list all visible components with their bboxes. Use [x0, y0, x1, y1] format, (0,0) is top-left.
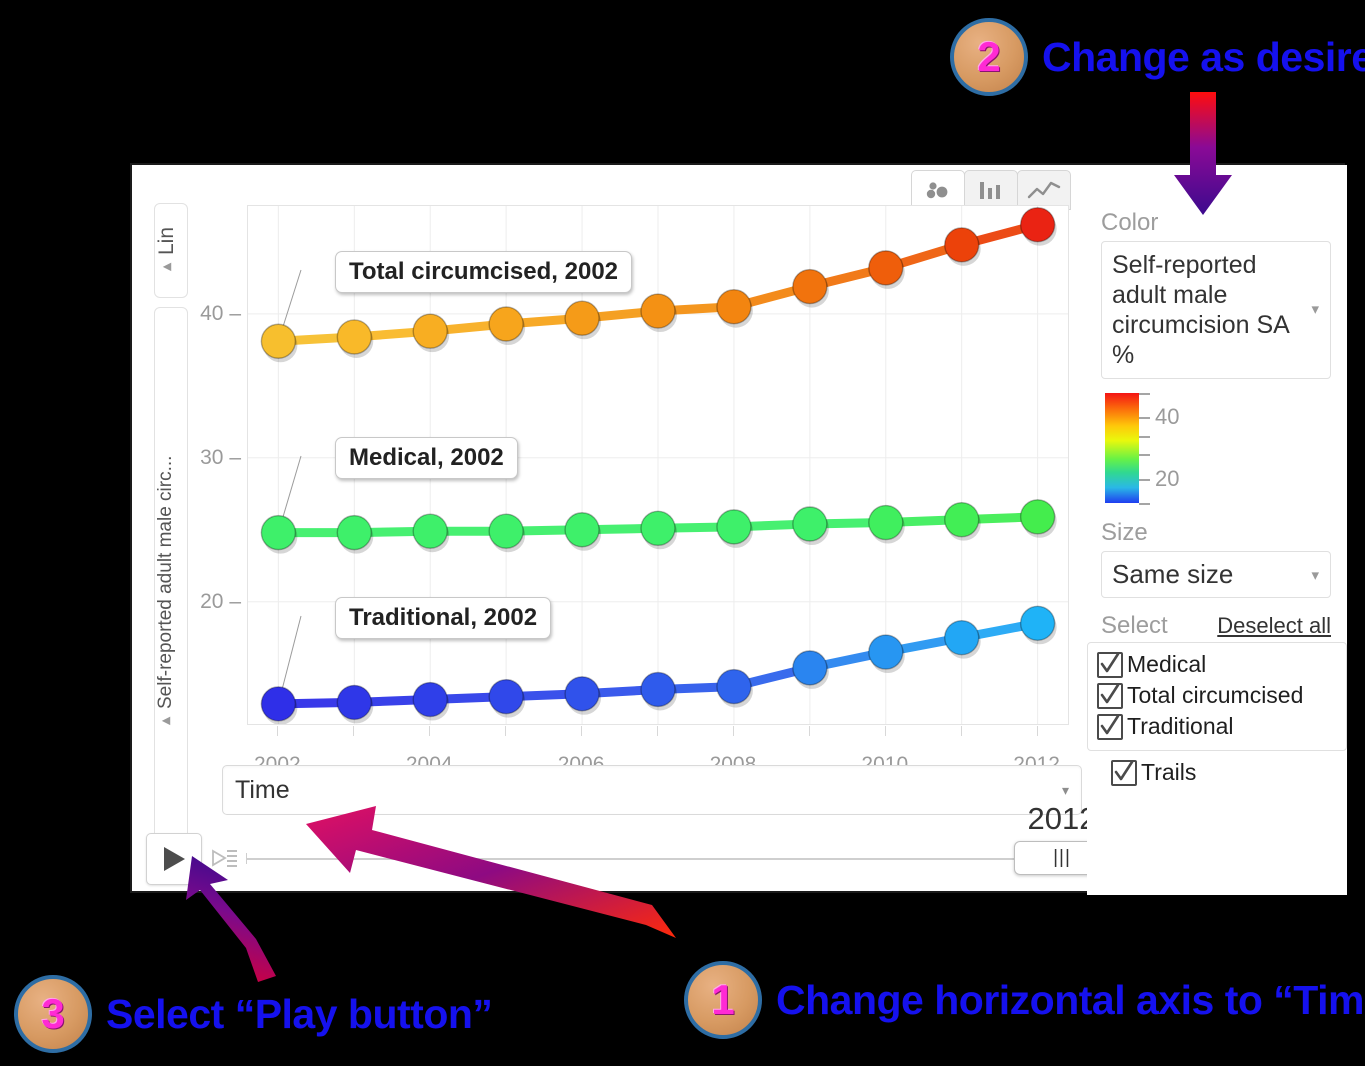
color-heading: Color [1101, 209, 1159, 236]
line-chart-icon [1027, 181, 1061, 199]
x-tick-mark [277, 726, 279, 736]
x-axis-selector[interactable]: Time ▾ [222, 765, 1082, 815]
entity-checkbox-row[interactable]: Total circumcised [1088, 680, 1346, 711]
checkbox-checked-icon[interactable] [1111, 759, 1137, 786]
checkbox-checked-icon[interactable] [1097, 682, 1123, 709]
callout-2-number: 2 [977, 33, 1001, 80]
x-tick-mark [732, 726, 734, 736]
series-label-total[interactable]: Total circumcised, 2002 [335, 251, 633, 293]
legend-tick [1139, 454, 1150, 457]
series-label-medical[interactable]: Medical, 2002 [335, 437, 518, 479]
deselect-all-link[interactable]: Deselect all [1217, 613, 1331, 639]
line-chart-icon-button[interactable] [1017, 170, 1071, 210]
y-scale-toggle[interactable]: ▶ Lin [154, 203, 188, 298]
size-metric-select[interactable]: Same size ▾ [1101, 551, 1331, 598]
entity-label: Medical [1127, 651, 1207, 677]
chevron-down-icon: ▾ [1311, 566, 1319, 584]
x-tick-mark [353, 726, 355, 736]
y-scale-label: Lin [155, 226, 178, 256]
speed-lines-icon [212, 849, 237, 867]
color-metric-value: Self-reported adult male circumcision SA… [1112, 251, 1289, 369]
bubble-chart-icon-button[interactable] [911, 170, 965, 210]
chevron-right-icon: ▶ [161, 261, 174, 275]
y-tick-label: 30 – [200, 445, 241, 469]
legend-tick [1139, 503, 1150, 505]
callout-1-badge: 1 [684, 961, 762, 1039]
chevron-down-icon: ▾ [1061, 781, 1069, 798]
x-tick-mark [960, 726, 962, 736]
callout-3-text: Select “Play button” [106, 990, 493, 1037]
checkbox-checked-icon[interactable] [1097, 651, 1123, 678]
chart-type-toggle-group [911, 170, 1071, 210]
play-button[interactable] [146, 833, 202, 885]
bubble-chart-icon [926, 182, 948, 199]
legend-tick [1139, 417, 1150, 420]
color-gradient-bar [1105, 393, 1139, 503]
callout-1: 1 Change horizontal axis to “Time” [684, 961, 1365, 1039]
callout-1-text: Change horizontal axis to “Time” [776, 976, 1365, 1023]
legend-tick [1139, 393, 1150, 395]
callout-2-badge: 2 [950, 18, 1028, 96]
chevron-down-icon: ▾ [1311, 301, 1319, 318]
color-legend: 40 20 [1105, 393, 1305, 505]
select-heading: Select [1101, 612, 1168, 639]
trails-label: Trails [1141, 759, 1197, 785]
play-icon [164, 847, 185, 871]
entity-checkbox-row[interactable]: Medical [1088, 649, 1346, 680]
x-tick-mark [429, 726, 431, 736]
legend-tick-label: 40 [1155, 404, 1180, 430]
x-tick-mark [581, 726, 583, 736]
size-metric-value: Same size [1112, 559, 1234, 589]
chevron-right-icon: ▶ [160, 715, 173, 729]
x-axis-selector-value: Time [235, 775, 290, 804]
y-tick-label: 40 – [200, 301, 241, 325]
entity-label: Traditional [1127, 713, 1234, 739]
callout-3-number: 3 [41, 990, 65, 1037]
size-heading: Size [1101, 519, 1148, 546]
entity-checkbox-row[interactable]: Traditional [1088, 711, 1346, 742]
x-tick-mark [808, 726, 810, 736]
callout-2: 2 Change as desired [950, 18, 1365, 96]
x-tick-mark [657, 726, 658, 736]
legend-tick [1139, 478, 1150, 481]
x-tick-mark [505, 726, 507, 736]
x-tick-mark [1036, 726, 1038, 736]
playback-speed-button[interactable] [206, 839, 242, 879]
x-tick-mark [884, 726, 886, 736]
controls-side-panel: Color Self-reported adult male circumcis… [1087, 165, 1347, 895]
gapminder-app-window: ▶ Lin ▶ Self-reported adult male circ...… [130, 163, 1347, 895]
legend-tick-label: 20 [1155, 465, 1180, 491]
y-tick-label: 20 – [200, 589, 241, 613]
callout-2-text: Change as desired [1042, 33, 1365, 80]
bar-chart-icon [980, 182, 1000, 199]
bar-chart-icon-button[interactable] [964, 170, 1018, 210]
chart-area: ▶ Lin ▶ Self-reported adult male circ...… [132, 165, 1320, 895]
callout-3-badge: 3 [14, 975, 92, 1053]
color-metric-select[interactable]: Self-reported adult male circumcision SA… [1101, 241, 1331, 379]
y-axis-label: Self-reported adult male circ... [155, 455, 176, 710]
callout-1-number: 1 [711, 976, 735, 1023]
checkbox-checked-icon[interactable] [1097, 713, 1123, 740]
entity-label: Total circumcised [1127, 682, 1304, 708]
entity-checkbox-list: Medical Total circumcised Traditional [1087, 642, 1347, 751]
callout-3: 3 Select “Play button” [14, 975, 493, 1053]
y-axis-selector[interactable]: ▶ Self-reported adult male circ... [154, 307, 188, 877]
series-label-traditional[interactable]: Traditional, 2002 [335, 597, 552, 639]
legend-tick [1139, 435, 1150, 438]
trails-checkbox-row[interactable]: Trails [1102, 757, 1347, 788]
